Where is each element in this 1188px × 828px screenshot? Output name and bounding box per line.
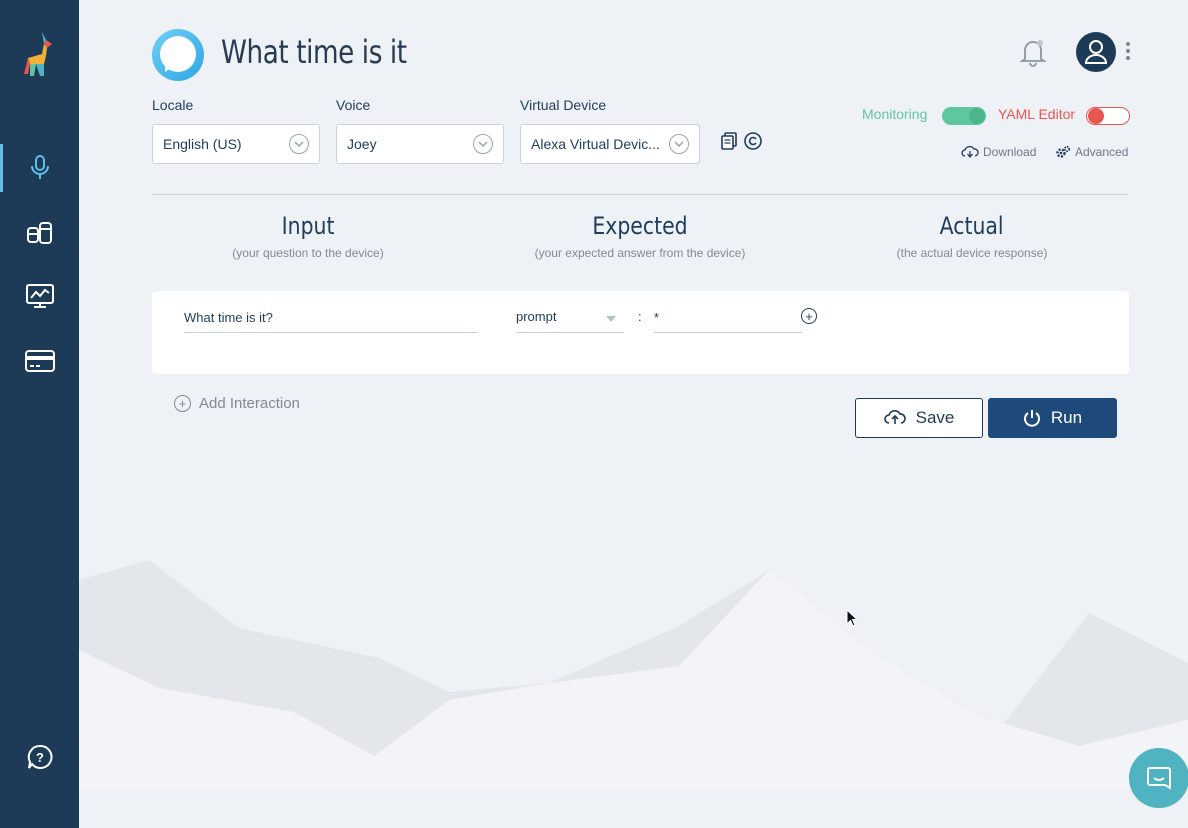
user-avatar[interactable]	[1076, 32, 1116, 72]
cloud-download-icon	[961, 145, 979, 159]
credit-card-icon	[24, 350, 55, 372]
add-expected-icon[interactable]: +	[801, 308, 817, 324]
sidebar-item-data[interactable]	[0, 209, 79, 257]
monitoring-toggle[interactable]	[942, 107, 986, 125]
device-value: Alexa Virtual Devic...	[531, 136, 660, 152]
sidebar-item-tests[interactable]	[0, 144, 79, 192]
mouse-cursor-icon	[846, 609, 858, 627]
bell-icon[interactable]	[1019, 37, 1047, 67]
more-menu-icon[interactable]	[1123, 42, 1133, 64]
add-interaction-button[interactable]: + Add Interaction	[174, 395, 300, 412]
locale-select[interactable]: English (US)	[152, 124, 320, 164]
save-button[interactable]: Save	[855, 398, 983, 438]
run-label: Run	[1050, 408, 1083, 427]
page-title: What time is it	[221, 33, 407, 71]
column-input: Input (your question to the device)	[143, 212, 473, 260]
microphone-icon	[30, 155, 49, 179]
yaml-editor-label: YAML Editor	[998, 106, 1076, 122]
divider	[152, 194, 1128, 195]
database-icon	[26, 222, 52, 244]
power-icon	[1023, 410, 1040, 427]
column-subtitle: (your expected answer from the device)	[534, 246, 746, 260]
help-icon: ?	[27, 744, 52, 769]
mountains-background	[79, 560, 1188, 828]
column-subtitle: (the actual device response)	[896, 246, 1048, 260]
download-label: Download	[983, 145, 1037, 159]
column-title: Actual	[940, 212, 1004, 240]
toggle-knob	[1088, 108, 1104, 124]
svg-text:?: ?	[36, 750, 44, 765]
sidebar-item-billing[interactable]	[0, 337, 79, 385]
monitoring-label: Monitoring	[862, 106, 928, 122]
expected-type-value: prompt	[516, 309, 557, 324]
expected-value-field[interactable]: *	[654, 309, 802, 333]
save-label: Save	[915, 408, 955, 427]
toggle-knob	[969, 108, 985, 124]
monitor-chart-icon	[25, 284, 54, 308]
run-button[interactable]: Run	[988, 398, 1117, 438]
cloud-upload-icon	[883, 410, 906, 424]
refresh-icon[interactable]	[743, 131, 763, 151]
chat-launcher-button[interactable]	[1129, 748, 1188, 808]
advanced-label: Advanced	[1075, 145, 1129, 159]
column-title: Input	[281, 212, 335, 240]
locale-label: Locale	[152, 97, 194, 113]
column-title: Expected	[592, 212, 688, 240]
add-interaction-label: Add Interaction	[199, 395, 300, 412]
download-link[interactable]: Download	[961, 145, 1036, 159]
yaml-editor-toggle[interactable]	[1086, 107, 1130, 125]
copy-icon[interactable]	[720, 131, 740, 151]
column-actual: Actual (the actual device response)	[807, 212, 1137, 260]
sidebar-item-monitoring[interactable]	[0, 272, 79, 320]
device-select[interactable]: Alexa Virtual Devic...	[520, 124, 700, 164]
chevron-down-icon	[473, 134, 493, 154]
caret-down-icon	[606, 316, 616, 322]
column-expected: Expected (your expected answer from the …	[475, 212, 805, 260]
sidebar-item-help[interactable]: ?	[0, 733, 79, 781]
input-utterance-field[interactable]: What time is it?	[184, 309, 478, 333]
chevron-down-icon	[669, 134, 689, 154]
plus-circle-icon: +	[174, 395, 191, 412]
chat-icon	[1147, 767, 1171, 790]
llama-logo-icon[interactable]	[22, 30, 58, 82]
column-subtitle: (your question to the device)	[232, 246, 384, 260]
user-icon	[1084, 40, 1108, 64]
gears-icon	[1056, 145, 1071, 158]
advanced-link[interactable]: Advanced	[1055, 145, 1128, 159]
alexa-logo-icon	[152, 29, 204, 81]
expected-type-select[interactable]: prompt	[516, 309, 624, 333]
interaction-row: What time is it? prompt : * +	[152, 291, 1129, 374]
separator: :	[638, 309, 642, 324]
locale-value: English (US)	[163, 136, 242, 152]
voice-label: Voice	[336, 97, 371, 113]
chevron-down-icon	[289, 134, 309, 154]
device-label: Virtual Device	[520, 97, 607, 113]
voice-value: Joey	[347, 136, 377, 152]
sidebar: ?	[0, 0, 79, 828]
voice-select[interactable]: Joey	[336, 124, 504, 164]
